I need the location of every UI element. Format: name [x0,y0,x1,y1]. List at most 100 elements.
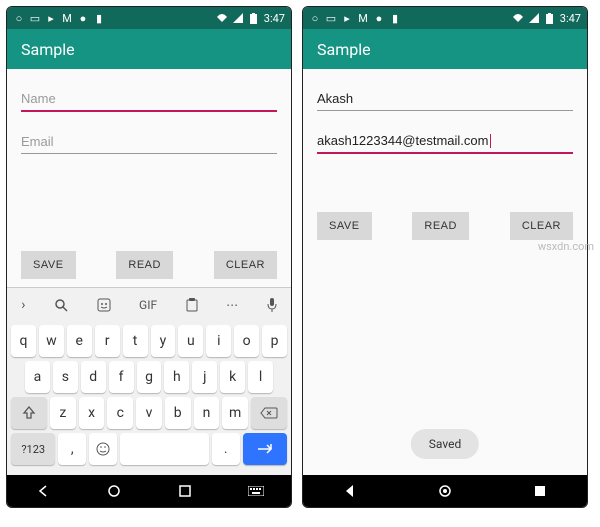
app-title: Sample [21,40,75,59]
save-button[interactable]: SAVE [21,251,76,279]
nav-back-icon[interactable] [342,483,358,499]
name-input[interactable] [21,87,277,112]
space-key[interactable] [120,433,209,465]
status-bar: ○ ▭ ▸ M ● ▮ 3:47 [303,7,587,29]
mail-icon: M [61,12,73,24]
status-bar: ○ ▭ ▸ M ● ▮ 3:47 [7,7,291,29]
wifi-icon [512,12,524,24]
status-right: 3:47 [512,12,581,25]
button-row: SAVE READ CLEAR [21,251,277,279]
save-button[interactable]: SAVE [317,212,372,240]
play-icon: ▸ [45,12,57,24]
key-a[interactable]: a [25,361,50,393]
shift-key[interactable] [11,397,47,429]
symbols-key[interactable]: ?123 [11,433,55,465]
period-key[interactable]: . [212,433,240,465]
key-c[interactable]: c [107,397,133,429]
more-icon[interactable]: ⋯ [226,298,238,312]
key-q[interactable]: q [11,325,36,357]
toast: Saved [411,429,479,459]
key-g[interactable]: g [137,361,162,393]
button-row: SAVE READ CLEAR [317,212,573,240]
key-v[interactable]: v [136,397,162,429]
comma-key[interactable]: , [58,433,86,465]
key-k[interactable]: k [220,361,245,393]
bookmark-icon: ▮ [93,12,105,24]
wifi-icon [216,12,228,24]
soft-keyboard: q w e r t y u i o p a s d f g h j k l [7,321,291,475]
email-input[interactable] [317,129,573,154]
nav-home-icon[interactable] [106,483,122,499]
key-z[interactable]: z [50,397,76,429]
key-n[interactable]: n [194,397,220,429]
email-field-wrap [317,129,573,154]
key-r[interactable]: r [95,325,120,357]
key-row-3: z x c v b n m [11,397,287,429]
nav-keyboard-icon[interactable] [248,483,264,499]
name-field-wrap [317,87,573,111]
app-bar: Sample [7,29,291,69]
key-t[interactable]: t [123,325,148,357]
square-icon: ▭ [29,12,41,24]
nav-recent-icon[interactable] [177,483,193,499]
gif-button[interactable]: GIF [139,298,157,312]
enter-key[interactable] [243,433,287,465]
search-icon[interactable] [54,298,68,312]
phone-left: ○ ▭ ▸ M ● ▮ 3:47 Sample [6,6,292,508]
key-m[interactable]: m [222,397,248,429]
status-right: 3:47 [216,12,285,25]
status-left: ○ ▭ ▸ M ● ▮ [309,12,401,24]
key-p[interactable]: p [262,325,287,357]
key-o[interactable]: o [234,325,259,357]
emoji-key[interactable] [89,433,117,465]
key-row-2: a s d f g h j k l [11,361,287,393]
nav-recent-icon[interactable] [532,483,548,499]
bookmark-icon: ▮ [389,12,401,24]
key-x[interactable]: x [79,397,105,429]
nav-back-icon[interactable] [35,483,51,499]
key-y[interactable]: y [151,325,176,357]
content-area: SAVE READ CLEAR [7,69,291,287]
notif-icon: ● [77,12,89,24]
nav-bar [303,475,587,507]
key-u[interactable]: u [178,325,203,357]
chevron-right-icon[interactable]: › [21,297,25,313]
key-row-1: q w e r t y u i o p [11,325,287,357]
key-f[interactable]: f [109,361,134,393]
status-left: ○ ▭ ▸ M ● ▮ [13,12,105,24]
play-icon: ▸ [341,12,353,24]
read-button[interactable]: READ [116,251,173,279]
nav-home-icon[interactable] [437,483,453,499]
clear-button[interactable]: CLEAR [510,212,573,240]
battery-icon [544,12,556,24]
key-e[interactable]: e [67,325,92,357]
email-input[interactable] [21,130,277,154]
key-l[interactable]: l [248,361,273,393]
mic-icon[interactable] [267,298,277,312]
key-d[interactable]: d [81,361,106,393]
key-j[interactable]: j [192,361,217,393]
key-i[interactable]: i [206,325,231,357]
key-w[interactable]: w [39,325,64,357]
read-button[interactable]: READ [412,212,469,240]
clock: 3:47 [264,12,285,25]
nav-bar [7,475,291,507]
clock: 3:47 [560,12,581,25]
battery-icon [248,12,260,24]
name-input[interactable] [317,87,573,111]
mail-icon: M [357,12,369,24]
key-b[interactable]: b [165,397,191,429]
key-h[interactable]: h [164,361,189,393]
signal-icon [528,12,540,24]
clipboard-icon[interactable] [186,298,198,312]
clear-button[interactable]: CLEAR [214,251,277,279]
watermark: wsxdn.com [538,240,594,253]
circle-icon: ○ [13,12,25,24]
app-title: Sample [317,40,371,59]
key-s[interactable]: s [53,361,78,393]
key-row-4: ?123 , . [11,433,287,465]
keyboard-suggestion-bar: › GIF ⋯ [7,287,291,321]
circle-icon: ○ [309,12,321,24]
backspace-key[interactable] [251,397,287,429]
sticker-icon[interactable] [97,298,111,312]
